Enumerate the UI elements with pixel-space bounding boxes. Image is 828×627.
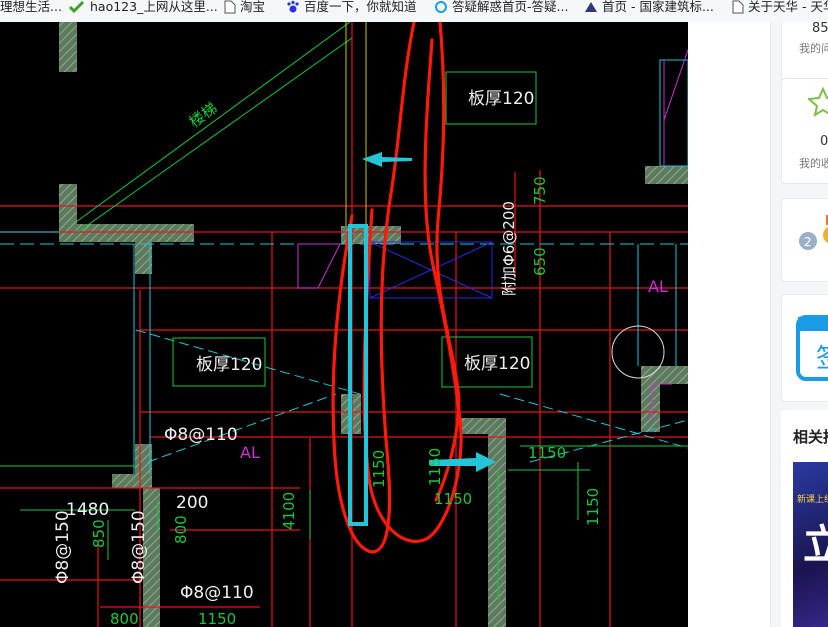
my-favorites-label: 我的收 — [799, 157, 828, 170]
sign-in-card[interactable]: 签 — [781, 294, 828, 402]
dimension-label: 650 — [531, 247, 549, 276]
promo-banner[interactable]: 新课上线 立 — [793, 462, 828, 627]
page-icon — [224, 0, 236, 17]
hatched-walls — [59, 22, 688, 627]
dimension-label: 1150 — [426, 448, 444, 486]
bookmark-item[interactable]: 百度一下，你就知道 — [286, 0, 417, 22]
promo-headline: 立 — [803, 512, 828, 570]
page-margin — [688, 22, 782, 627]
bookmark-item[interactable]: 首页 - 国家建筑标... — [584, 0, 714, 22]
favorites-count: 0 — [820, 134, 828, 149]
dimension-label: 1150 — [528, 444, 566, 462]
dimension-label: 800 — [172, 515, 190, 544]
dimension-label: 4100 — [280, 492, 298, 530]
rebar-label: 附加Φ6@200 — [500, 201, 518, 296]
al-label: AL — [648, 277, 668, 296]
question-count: 85 — [812, 22, 828, 36]
medal-card[interactable]: 2 — [781, 198, 828, 282]
related-title: 相关推 — [793, 428, 828, 446]
dimension-label: 1150 — [584, 488, 602, 526]
bookmarks-bar: 理想生活... hao123_上网从这里... 淘宝 百度一下，你就知道 答疑解… — [0, 0, 828, 23]
page-icon — [732, 0, 744, 17]
bookmark-item[interactable]: 理想生活... — [0, 0, 62, 22]
slab-thickness-label: 板厚120 — [468, 89, 534, 109]
right-sidebar: 85 我的问 0 我的收 2 签 相关推 新课上线 立 — [770, 22, 828, 627]
my-questions-label: 我的问 — [799, 42, 828, 55]
related-section: 相关推 新课上线 立 — [781, 410, 828, 627]
hao123-logo-icon — [68, 0, 86, 17]
dimension-label: 1150 — [370, 450, 388, 488]
dimension-label: 850 — [90, 519, 108, 548]
medal-icon: 2 — [796, 213, 828, 257]
star-icon — [806, 86, 828, 121]
rebar-label: Φ8@150 — [129, 510, 149, 584]
stair-label: 楼梯 — [186, 99, 221, 131]
bookmark-item[interactable]: 淘宝 — [224, 0, 265, 22]
cad-drawing-canvas: 板厚120 板厚120 板厚120 Φ8@110 Φ8@110 1480 200… — [0, 22, 688, 627]
dimension-label: 1150 — [198, 610, 236, 627]
baidu-paw-icon — [286, 0, 300, 17]
promo-tag: 新课上线 — [797, 495, 828, 505]
calendar-icon: 签 — [796, 309, 828, 385]
dimension-label: 800 — [110, 610, 139, 627]
bookmark-item[interactable]: 关于天华 - 天华 — [732, 0, 828, 22]
dimension-label: 200 — [176, 493, 208, 513]
dimension-label: 750 — [531, 176, 549, 205]
bookmark-item[interactable]: 答疑解惑首页-答疑... — [434, 0, 568, 22]
slab-thickness-label: 板厚120 — [464, 354, 530, 374]
rebar-label: Φ8@110 — [164, 425, 238, 445]
svg-text:签: 签 — [816, 344, 828, 374]
svg-text:2: 2 — [804, 235, 812, 249]
dimension-label: 1150 — [434, 490, 472, 508]
al-label: AL — [240, 443, 260, 462]
rebar-label: Φ8@110 — [180, 583, 254, 603]
qa-icon — [434, 0, 448, 17]
bookmark-item[interactable]: hao123_上网从这里... — [68, 0, 218, 22]
yellow-guide-lines — [345, 22, 367, 226]
building-icon — [584, 0, 598, 17]
slab-thickness-label: 板厚120 — [196, 355, 262, 375]
my-favorites-card[interactable]: 0 我的收 — [781, 78, 828, 184]
rebar-label: Φ8@150 — [53, 510, 73, 584]
